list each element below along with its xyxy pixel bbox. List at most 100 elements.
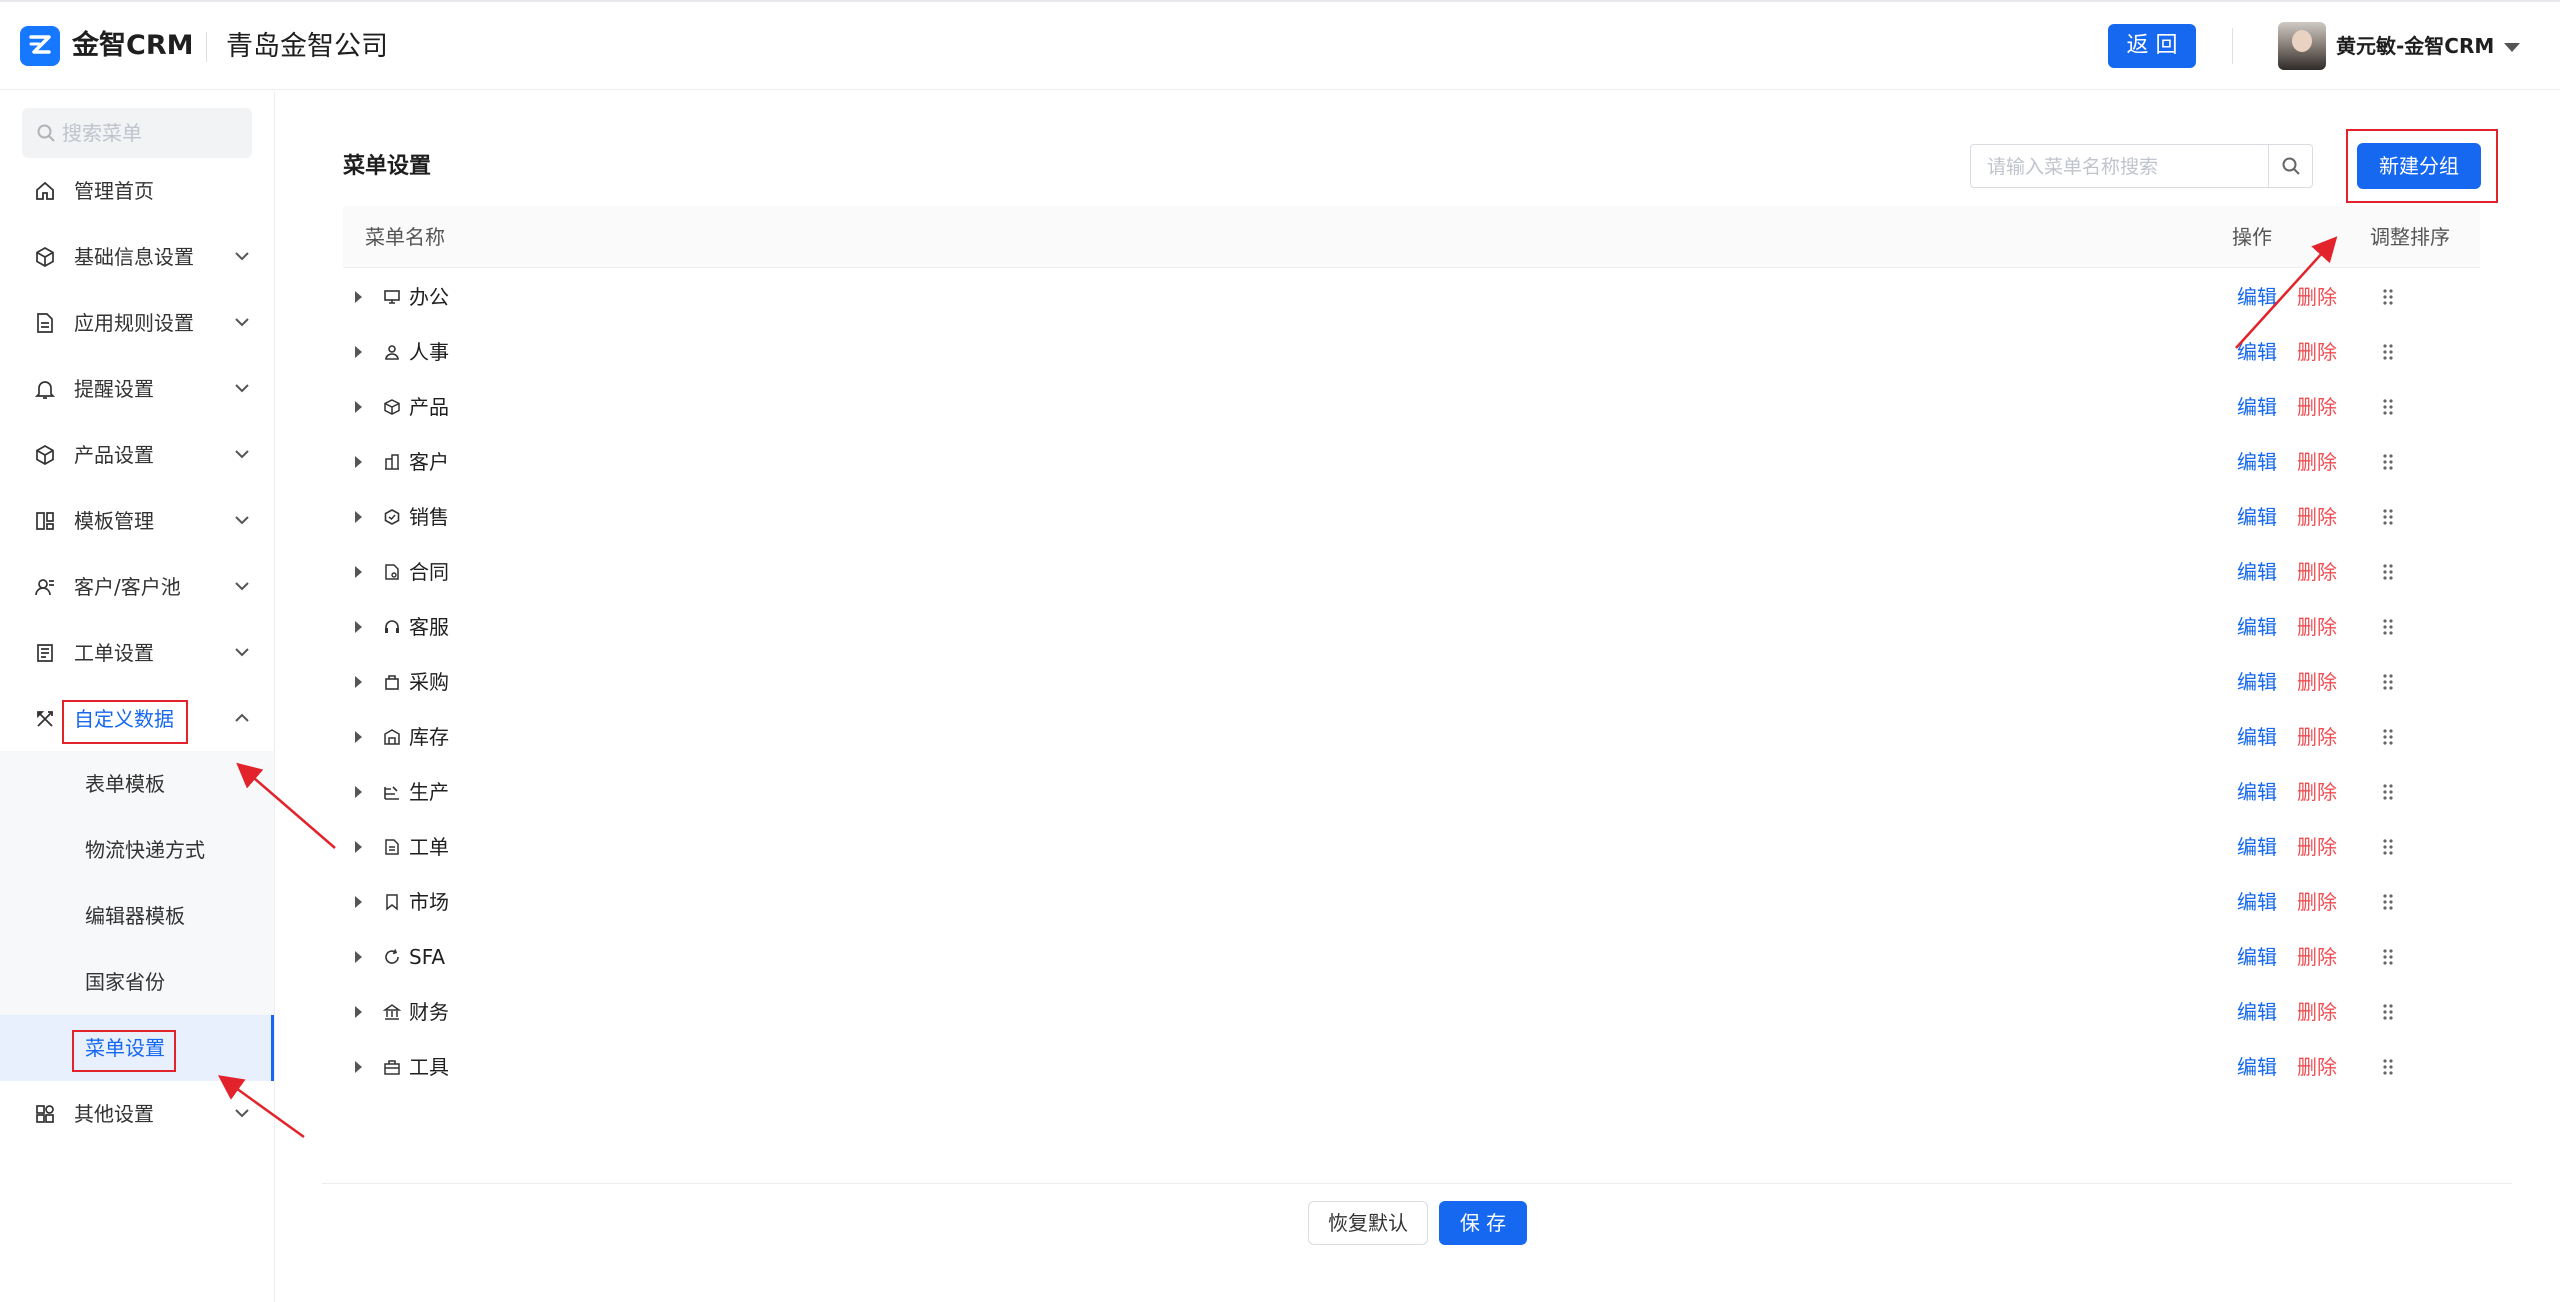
edit-link[interactable]: 编辑 [2237, 723, 2277, 751]
menu-group-name: 客户 [409, 450, 449, 474]
delete-link[interactable]: 删除 [2297, 723, 2337, 751]
drag-handle-icon[interactable] [2381, 618, 2395, 636]
delete-link[interactable]: 删除 [2297, 503, 2337, 531]
submenu-item-editor-template[interactable]: 编辑器模板 [0, 883, 274, 949]
sidebar-item-home[interactable]: 管理首页 [0, 158, 274, 224]
chevron-down-icon[interactable] [2504, 43, 2520, 52]
table-row: 财务 编辑 删除 [343, 985, 2480, 1040]
warehouse-icon [384, 729, 400, 745]
factory-icon [384, 786, 399, 800]
submenu-item-form-template[interactable]: 表单模板 [0, 751, 274, 817]
delete-link[interactable]: 删除 [2297, 1053, 2337, 1081]
edit-link[interactable]: 编辑 [2237, 283, 2277, 311]
sidebar-item-product[interactable]: 产品设置 [0, 422, 274, 488]
edit-link[interactable]: 编辑 [2237, 503, 2277, 531]
avatar[interactable] [2278, 22, 2326, 70]
edit-link[interactable]: 编辑 [2237, 943, 2277, 971]
expand-caret-icon[interactable] [355, 786, 362, 798]
drag-handle-icon[interactable] [2381, 1058, 2395, 1076]
edit-link[interactable]: 编辑 [2237, 613, 2277, 641]
search-button[interactable] [2268, 145, 2312, 187]
edit-link[interactable]: 编辑 [2237, 668, 2277, 696]
table-row: 销售 编辑 删除 [343, 490, 2480, 545]
sidebar-item-basic-info[interactable]: 基础信息设置 [0, 224, 274, 290]
drag-handle-icon[interactable] [2381, 453, 2395, 471]
chevron-down-icon [235, 516, 249, 525]
bell-icon [34, 381, 56, 399]
drag-handle-icon[interactable] [2381, 398, 2395, 416]
delete-link[interactable]: 删除 [2297, 338, 2337, 366]
back-button[interactable]: 返 回 [2108, 24, 2196, 68]
expand-caret-icon[interactable] [355, 951, 362, 963]
expand-caret-icon[interactable] [355, 896, 362, 908]
delete-link[interactable]: 删除 [2297, 833, 2337, 861]
delete-link[interactable]: 删除 [2297, 668, 2337, 696]
menu-group-name: 销售 [409, 505, 449, 529]
drag-handle-icon[interactable] [2381, 783, 2395, 801]
sidebar-item-other[interactable]: 其他设置 [0, 1081, 274, 1147]
search-icon [37, 124, 55, 142]
delete-link[interactable]: 删除 [2297, 558, 2337, 586]
expand-caret-icon[interactable] [355, 511, 362, 523]
drag-handle-icon[interactable] [2381, 893, 2395, 911]
delete-link[interactable]: 删除 [2297, 393, 2337, 421]
delete-link[interactable]: 删除 [2297, 888, 2337, 916]
sidebar-search-input[interactable]: 搜索菜单 [22, 108, 252, 158]
edit-link[interactable]: 编辑 [2237, 338, 2277, 366]
drag-handle-icon[interactable] [2381, 673, 2395, 691]
table-row: 生产 编辑 删除 [343, 765, 2480, 820]
menu-search-input[interactable]: 请输入菜单名称搜索 [1970, 144, 2313, 188]
edit-link[interactable]: 编辑 [2237, 448, 2277, 476]
sidebar-item-reminder[interactable]: 提醒设置 [0, 356, 274, 422]
sidebar-item-workorder[interactable]: 工单设置 [0, 620, 274, 686]
submenu-item-country-province[interactable]: 国家省份 [0, 949, 274, 1015]
drag-handle-icon[interactable] [2381, 838, 2395, 856]
expand-caret-icon[interactable] [355, 621, 362, 633]
menu-search-placeholder: 请输入菜单名称搜索 [1987, 156, 2159, 178]
expand-caret-icon[interactable] [355, 346, 362, 358]
expand-caret-icon[interactable] [355, 401, 362, 413]
delete-link[interactable]: 删除 [2297, 448, 2337, 476]
sidebar-item-customer[interactable]: 客户/客户池 [0, 554, 274, 620]
sidebar-item-label: 提醒设置 [74, 377, 154, 401]
expand-caret-icon[interactable] [355, 1061, 362, 1073]
submenu-item-logistics[interactable]: 物流快递方式 [0, 817, 274, 883]
page-title: 菜单设置 [343, 154, 432, 179]
edit-link[interactable]: 编辑 [2237, 888, 2277, 916]
edit-link[interactable]: 编辑 [2237, 393, 2277, 421]
delete-link[interactable]: 删除 [2297, 943, 2337, 971]
edit-link[interactable]: 编辑 [2237, 833, 2277, 861]
expand-caret-icon[interactable] [355, 676, 362, 688]
table-row: 人事 编辑 删除 [343, 325, 2480, 380]
reset-default-button[interactable]: 恢复默认 [1308, 1201, 1428, 1245]
menu-group-name: 市场 [409, 890, 449, 914]
drag-handle-icon[interactable] [2381, 728, 2395, 746]
drag-handle-icon[interactable] [2381, 288, 2395, 306]
user-name[interactable]: 黄元敏-金智CRM [2336, 32, 2494, 60]
top-header: 金智CRM 青岛金智公司 返 回 黄元敏-金智CRM [0, 0, 2560, 90]
edit-link[interactable]: 编辑 [2237, 1053, 2277, 1081]
expand-caret-icon[interactable] [355, 291, 362, 303]
expand-caret-icon[interactable] [355, 731, 362, 743]
drag-handle-icon[interactable] [2381, 343, 2395, 361]
edit-link[interactable]: 编辑 [2237, 998, 2277, 1026]
menu-group-name: 产品 [409, 395, 449, 419]
edit-link[interactable]: 编辑 [2237, 558, 2277, 586]
drag-handle-icon[interactable] [2381, 1003, 2395, 1021]
delete-link[interactable]: 删除 [2297, 283, 2337, 311]
drag-handle-icon[interactable] [2381, 508, 2395, 526]
sidebar-item-app-rules[interactable]: 应用规则设置 [0, 290, 274, 356]
delete-link[interactable]: 删除 [2297, 778, 2337, 806]
delete-link[interactable]: 删除 [2297, 613, 2337, 641]
menu-group-name: 工具 [409, 1055, 449, 1079]
expand-caret-icon[interactable] [355, 1006, 362, 1018]
expand-caret-icon[interactable] [355, 566, 362, 578]
sidebar-item-template[interactable]: 模板管理 [0, 488, 274, 554]
delete-link[interactable]: 删除 [2297, 998, 2337, 1026]
expand-caret-icon[interactable] [355, 456, 362, 468]
save-button[interactable]: 保 存 [1439, 1201, 1527, 1245]
drag-handle-icon[interactable] [2381, 948, 2395, 966]
drag-handle-icon[interactable] [2381, 563, 2395, 581]
edit-link[interactable]: 编辑 [2237, 778, 2277, 806]
expand-caret-icon[interactable] [355, 841, 362, 853]
